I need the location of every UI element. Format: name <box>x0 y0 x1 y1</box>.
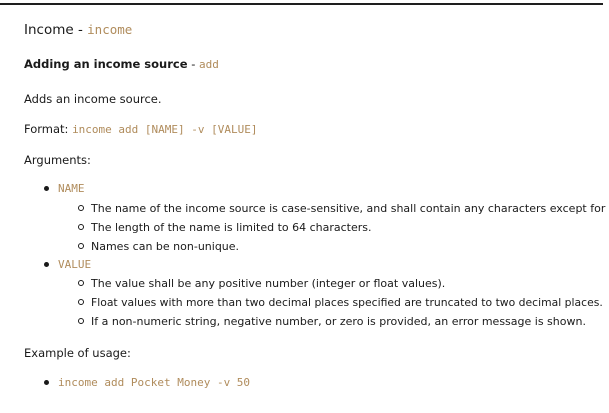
section-separator: - <box>187 57 200 71</box>
list-bullet <box>44 262 49 267</box>
argument-note: The value shall be any positive number (… <box>91 277 446 290</box>
sub-bullet <box>78 299 84 305</box>
title-separator: - <box>73 22 88 38</box>
section-heading: Adding an income source - add <box>24 57 219 71</box>
description: Adds an income source. <box>24 92 162 106</box>
sub-bullet <box>78 243 84 249</box>
page-title: Income - income <box>24 22 132 38</box>
sub-bullet <box>78 205 84 211</box>
example-label: Example of usage: <box>24 346 131 360</box>
sub-bullet <box>78 224 84 230</box>
top-rule <box>0 3 603 5</box>
list-bullet <box>44 380 49 385</box>
format-syntax: income add [NAME] -v [VALUE] <box>72 123 258 136</box>
title-command: income <box>87 22 133 37</box>
argument-note: Float values with more than two decimal … <box>91 296 603 309</box>
format-label: Format: <box>24 122 73 136</box>
title-text: Income <box>24 22 74 38</box>
argument-note: The length of the name is limited to 64 … <box>91 221 372 234</box>
sub-bullet <box>78 318 84 324</box>
argument-note: The name of the income source is case-se… <box>91 202 609 215</box>
example-command: income add Pocket Money -v 50 <box>58 376 251 389</box>
section-command: add <box>199 58 219 71</box>
sub-bullet <box>78 280 84 286</box>
format-line: Format: income add [NAME] -v [VALUE] <box>24 122 258 136</box>
list-bullet <box>44 186 49 191</box>
argument-note: Names can be non-unique. <box>91 240 240 253</box>
argument-name: VALUE <box>58 258 92 271</box>
arguments-label: Arguments: <box>24 153 91 167</box>
argument-name: NAME <box>58 182 85 195</box>
section-title-text: Adding an income source <box>24 57 188 71</box>
argument-note: If a non-numeric string, negative number… <box>91 315 586 328</box>
